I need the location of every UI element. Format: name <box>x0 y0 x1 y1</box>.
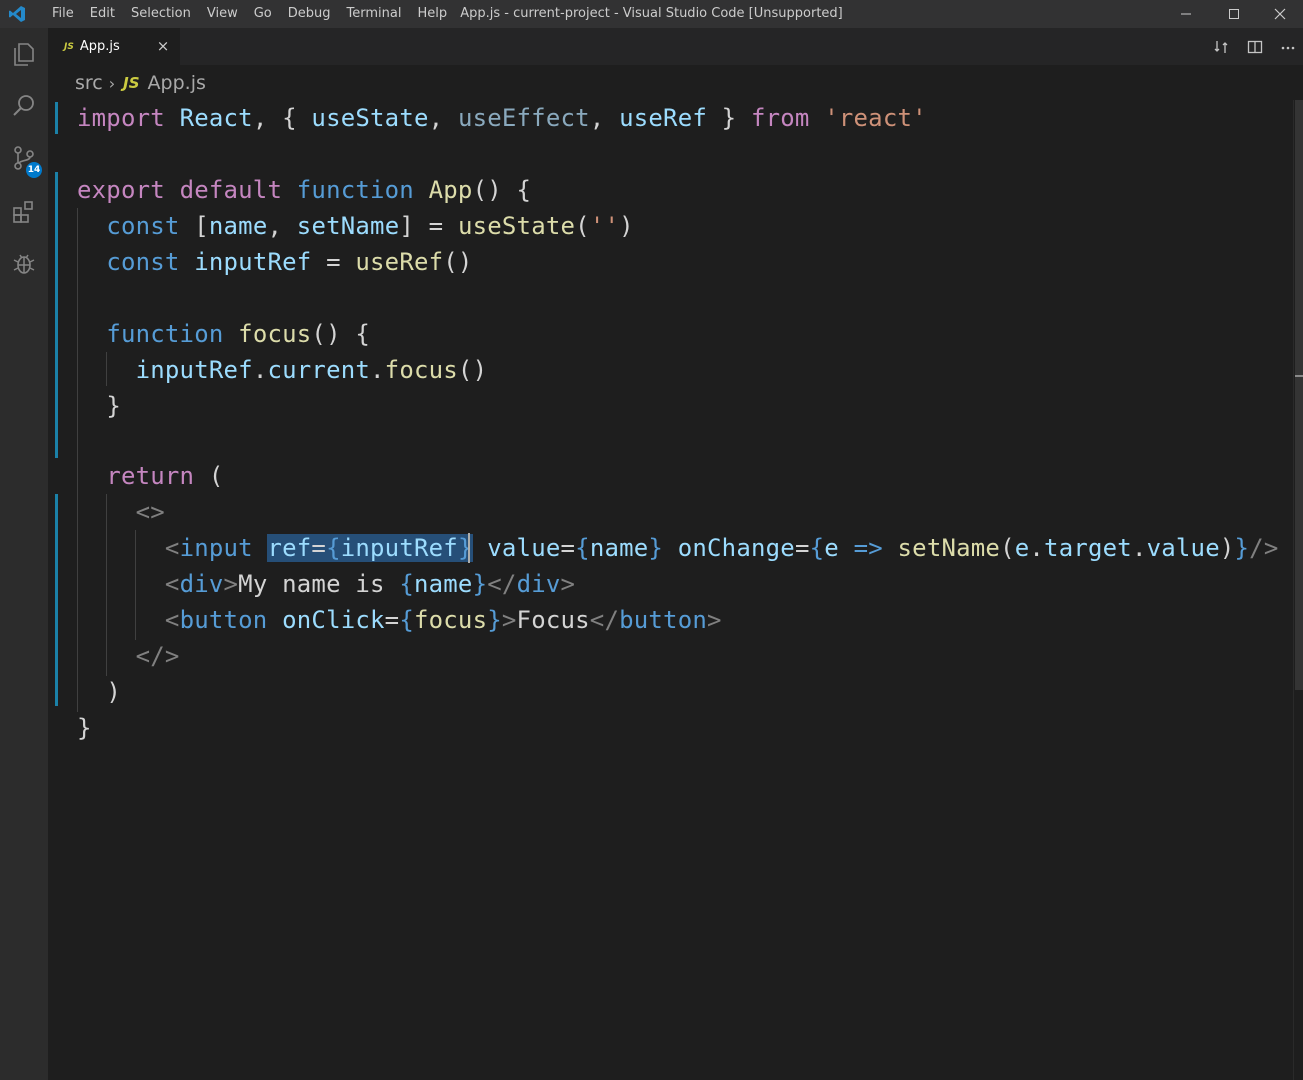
breadcrumb-file[interactable]: App.js <box>148 72 206 94</box>
code-line-17: ) <box>106 678 121 706</box>
gutter-change-marker <box>55 102 58 134</box>
scm-badge: 14 <box>26 162 42 178</box>
code-line-14: <div>My name is {name}</div> <box>164 570 576 598</box>
menu-bar: File Edit Selection View Go Debug Termin… <box>44 0 455 28</box>
code-line-16: </> <box>135 642 180 670</box>
activity-bar: 14 <box>0 28 48 1080</box>
window-title: App.js - current-project - Visual Studio… <box>460 6 843 21</box>
code-line-13: <input ref={inputRef} value={name} onCha… <box>164 534 1279 562</box>
minimize-icon <box>1181 13 1191 15</box>
debug-icon <box>13 254 35 274</box>
maximize-button[interactable] <box>1211 0 1257 28</box>
open-changes-button[interactable] <box>1211 37 1231 57</box>
code-line-12: <> <box>135 498 165 526</box>
more-actions-button[interactable] <box>1278 37 1298 57</box>
close-icon <box>1274 8 1286 20</box>
code-line-9: } <box>106 392 121 420</box>
breadcrumb: src › JS App.js <box>75 66 206 100</box>
overview-ruler-mark <box>1295 375 1303 377</box>
menu-terminal[interactable]: Terminal <box>339 0 410 28</box>
search-button[interactable] <box>0 82 48 130</box>
chevron-right-icon: › <box>108 73 116 93</box>
menu-help[interactable]: Help <box>409 0 455 28</box>
split-editor-icon <box>1247 40 1263 54</box>
breadcrumb-folder[interactable]: src <box>75 72 103 94</box>
js-file-icon: JS <box>64 41 74 52</box>
code-line-5: const inputRef = useRef() <box>106 248 473 276</box>
gutter-change-marker <box>55 172 58 458</box>
maximize-icon <box>1229 9 1239 19</box>
code-line-8: inputRef.current.focus() <box>135 356 488 384</box>
tab-close-icon[interactable]: × <box>154 37 172 55</box>
debug-button[interactable] <box>0 240 48 288</box>
code-line-18: } <box>77 714 92 742</box>
menu-selection[interactable]: Selection <box>123 0 199 28</box>
split-editor-button[interactable] <box>1245 37 1265 57</box>
menu-debug[interactable]: Debug <box>280 0 339 28</box>
close-window-button[interactable] <box>1257 0 1303 28</box>
compare-changes-icon <box>1214 41 1228 53</box>
scrollbar-thumb[interactable] <box>1295 100 1303 690</box>
code-line-3: export default function App() { <box>77 176 532 204</box>
vscode-logo-icon <box>9 6 25 22</box>
menu-edit[interactable]: Edit <box>82 0 123 28</box>
text-cursor <box>468 533 470 563</box>
js-file-icon: JS <box>123 74 140 92</box>
code-line-4: const [name, setName] = useState('') <box>106 212 634 240</box>
code-line-1: import React, { useState, useEffect, use… <box>77 104 927 132</box>
menu-view[interactable]: View <box>199 0 246 28</box>
code-line-15: <button onClick={focus}>Focus</button> <box>164 606 722 634</box>
menu-go[interactable]: Go <box>246 0 280 28</box>
tab-app-js[interactable]: JS App.js × <box>48 28 180 65</box>
code-editor[interactable]: import React, { useState, useEffect, use… <box>48 100 1293 1080</box>
search-icon <box>13 95 34 116</box>
files-icon <box>14 43 34 66</box>
minimize-button[interactable] <box>1163 0 1209 28</box>
ellipsis-icon <box>1281 46 1295 50</box>
extensions-button[interactable] <box>0 188 48 236</box>
gutter-change-marker <box>55 494 58 706</box>
menu-file[interactable]: File <box>44 0 82 28</box>
tab-bar: JS App.js × <box>48 28 1303 65</box>
editor-scrollbar[interactable] <box>1293 100 1303 1080</box>
explorer-button[interactable] <box>0 30 48 78</box>
extensions-icon <box>13 201 33 223</box>
code-line-11: return ( <box>106 462 224 490</box>
code-line-7: function focus() { <box>106 320 371 348</box>
title-bar: File Edit Selection View Go Debug Termin… <box>0 0 1303 28</box>
source-control-button[interactable]: 14 <box>0 134 48 182</box>
tab-label: App.js <box>79 39 120 54</box>
